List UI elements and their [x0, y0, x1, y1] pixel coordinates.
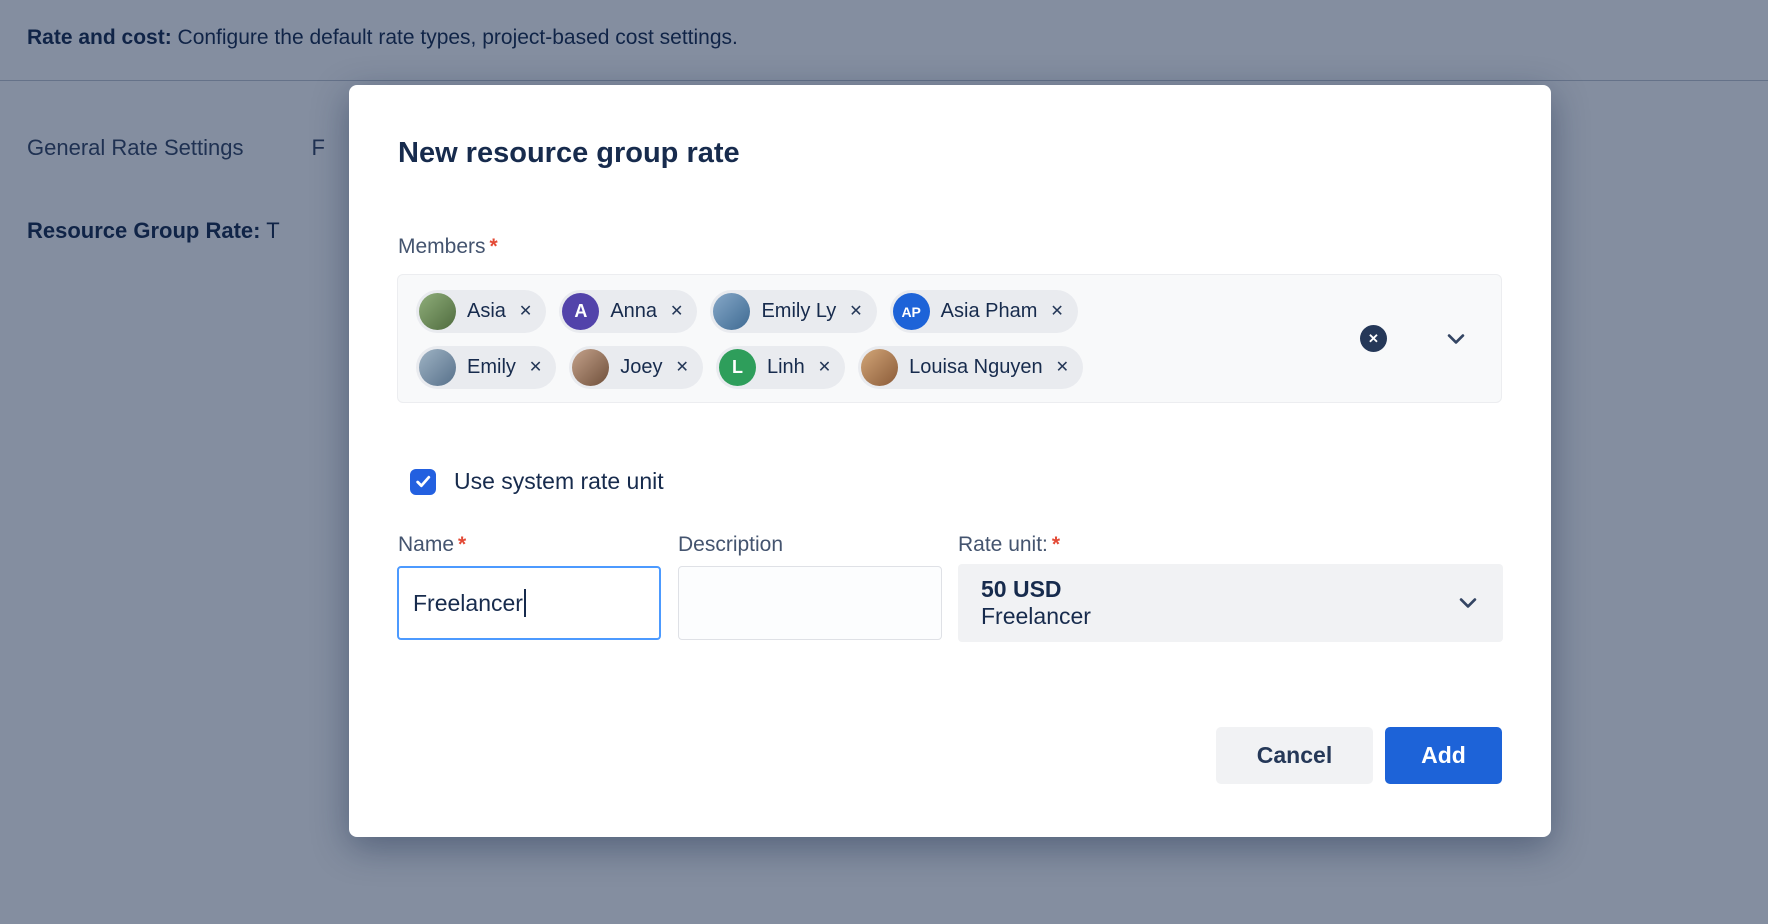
members-chevron-down-icon[interactable] [1445, 328, 1467, 350]
name-label: Name* [398, 533, 466, 557]
member-avatar [572, 349, 609, 386]
rate-unit-select[interactable]: 50 USD Freelancer [958, 564, 1503, 642]
member-chip: Joey ✕ [569, 346, 703, 389]
member-avatar [713, 293, 750, 330]
remove-member-icon[interactable]: ✕ [672, 358, 693, 378]
remove-member-icon[interactable]: ✕ [814, 358, 835, 378]
member-chip: L Linh ✕ [716, 346, 845, 389]
members-multiselect[interactable]: Asia ✕ A Anna ✕ Emily Ly ✕ AP Asia Pham … [397, 274, 1502, 403]
members-required-mark: * [490, 235, 498, 258]
remove-member-icon[interactable]: ✕ [515, 302, 536, 322]
remove-member-icon[interactable]: ✕ [666, 302, 687, 322]
member-name: Anna [610, 300, 657, 323]
name-input-value: Freelancer [413, 590, 523, 617]
cancel-button[interactable]: Cancel [1216, 727, 1373, 784]
member-chip: Emily ✕ [416, 346, 556, 389]
check-icon [415, 473, 432, 490]
name-label-text: Name [398, 533, 454, 556]
clear-all-members-icon[interactable]: ✕ [1360, 325, 1387, 352]
rate-unit-chevron-down-icon [1457, 564, 1479, 642]
member-chip: A Anna ✕ [559, 290, 697, 333]
member-name: Asia Pham [941, 300, 1038, 323]
rate-unit-required-mark: * [1052, 533, 1060, 556]
new-resource-group-rate-modal: New resource group rate Members* Asia ✕ … [349, 85, 1551, 837]
description-label: Description [678, 533, 783, 557]
remove-member-icon[interactable]: ✕ [525, 358, 546, 378]
add-button[interactable]: Add [1385, 727, 1502, 784]
member-name: Emily Ly [761, 300, 836, 323]
modal-actions: Cancel Add [1216, 727, 1502, 784]
members-controls: ✕ [1360, 275, 1501, 402]
modal-title: New resource group rate [398, 137, 740, 170]
member-avatar: AP [893, 293, 930, 330]
member-name: Linh [767, 356, 805, 379]
member-name: Emily [467, 356, 516, 379]
use-system-rate-unit-label: Use system rate unit [454, 468, 664, 495]
rate-unit-secondary: Freelancer [981, 603, 1091, 630]
members-label: Members* [398, 235, 498, 259]
name-required-mark: * [458, 533, 466, 556]
description-field [678, 566, 942, 640]
member-chip: Emily Ly ✕ [710, 290, 876, 333]
remove-member-icon[interactable]: ✕ [1052, 358, 1073, 378]
member-name: Asia [467, 300, 506, 323]
text-cursor [524, 589, 526, 617]
use-system-rate-unit-row: Use system rate unit [410, 468, 664, 495]
member-avatar [861, 349, 898, 386]
member-chip: Asia ✕ [416, 290, 546, 333]
rate-unit-label: Rate unit:* [958, 533, 1060, 557]
rate-unit-primary: 50 USD [981, 576, 1091, 603]
member-avatar [419, 293, 456, 330]
rate-unit-selected-value: 50 USD Freelancer [958, 576, 1091, 630]
remove-member-icon[interactable]: ✕ [845, 302, 866, 322]
member-avatar: L [719, 349, 756, 386]
member-chip: Louisa Nguyen ✕ [858, 346, 1083, 389]
member-avatar: A [562, 293, 599, 330]
rate-unit-label-text: Rate unit: [958, 533, 1048, 556]
member-name: Joey [620, 356, 662, 379]
use-system-rate-unit-checkbox[interactable] [410, 469, 436, 495]
member-avatar [419, 349, 456, 386]
description-input[interactable] [679, 567, 941, 639]
member-name: Louisa Nguyen [909, 356, 1042, 379]
members-chips: Asia ✕ A Anna ✕ Emily Ly ✕ AP Asia Pham … [416, 290, 1216, 389]
remove-member-icon[interactable]: ✕ [1046, 302, 1067, 322]
name-input[interactable]: Freelancer [397, 566, 661, 640]
member-chip: AP Asia Pham ✕ [890, 290, 1078, 333]
members-label-text: Members [398, 235, 486, 258]
